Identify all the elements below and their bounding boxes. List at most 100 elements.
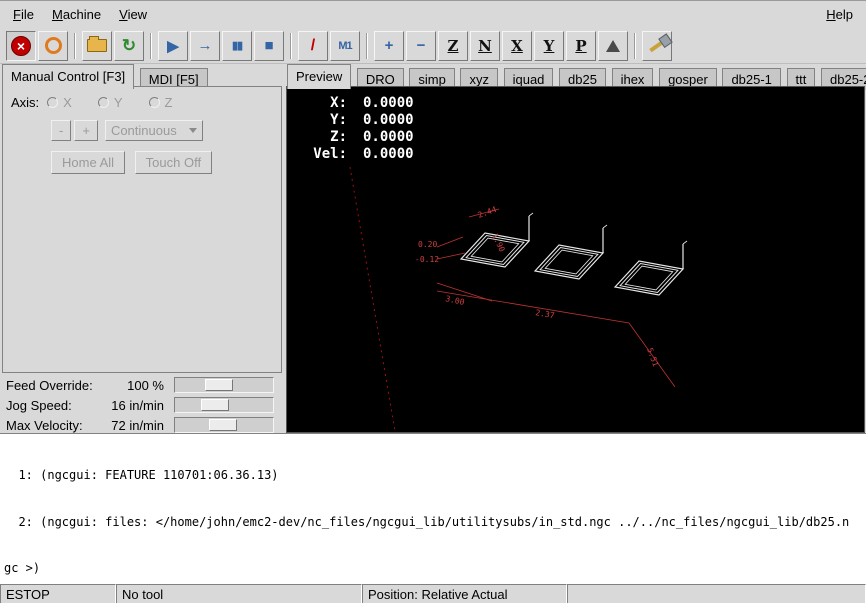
view-y-button[interactable]: Y — [534, 31, 564, 61]
estop-button[interactable]: × — [6, 31, 36, 61]
max-velocity-slider[interactable] — [174, 417, 274, 433]
manual-control-panel: Axis: X Y Z - + — [2, 86, 282, 373]
jog-plus-button[interactable]: + — [74, 120, 98, 141]
feed-override-label: Feed Override: — [6, 378, 100, 393]
feed-override-value: 100 % — [100, 378, 164, 393]
toolpath-plot: 2.44 1.90 0.20 -0.12 3.00 2.37 5.51 — [287, 87, 864, 432]
run-button[interactable]: ▶ — [158, 31, 188, 61]
open-file-button[interactable] — [82, 31, 112, 61]
letter-z-back-icon: N — [478, 37, 492, 55]
menu-view[interactable]: View — [110, 3, 156, 26]
part-outline — [615, 241, 687, 295]
axis-label: Axis: — [11, 95, 39, 110]
view-z-back-button[interactable]: N — [470, 31, 500, 61]
clear-plot-button[interactable] — [642, 31, 672, 61]
feed-override-slider[interactable] — [174, 377, 274, 393]
reload-file-button[interactable]: ↻ — [114, 31, 144, 61]
axis-radio-z[interactable]: Z — [149, 95, 173, 110]
tab-preview[interactable]: Preview — [287, 64, 351, 89]
dimension-label: -0.12 — [415, 255, 439, 264]
toolbar: × ↻ ▶ → ▮▮ ■ / M1 — [0, 28, 866, 64]
slider-handle[interactable] — [205, 379, 233, 391]
toolbar-separator — [290, 33, 292, 59]
jog-mode-value: Continuous — [111, 123, 177, 138]
power-icon — [45, 37, 62, 54]
jog-speed-slider[interactable] — [174, 397, 274, 413]
gcode-line[interactable]: gc >) — [4, 561, 866, 577]
preview-canvas[interactable]: X: 0.0000 Y: 0.0000 Z: 0.0000 Vel: 0.000… — [286, 86, 865, 433]
dimension-label: 5.51 — [645, 347, 660, 368]
preview-panel: Preview DRO simp xyz iquad db25 ihex gos… — [285, 64, 866, 433]
dimension-label: 2.44 — [477, 205, 498, 220]
statusbar: ESTOP No tool Position: Relative Actual — [0, 584, 866, 603]
gcode-line[interactable]: 2: (ngcgui: files: </home/john/emc2-dev/… — [4, 515, 866, 531]
machine-power-button[interactable] — [38, 31, 68, 61]
folder-icon — [87, 39, 107, 52]
letter-x-icon: X — [511, 37, 523, 55]
dimension-label: 0.20 — [418, 240, 437, 249]
axis-z-label: Z — [165, 95, 173, 110]
home-row: Home All Touch Off — [51, 151, 273, 174]
rotate-view-button[interactable] — [598, 31, 628, 61]
max-velocity-label: Max Velocity: — [6, 418, 100, 433]
sliders-panel: Feed Override: 100 % Jog Speed: 16 in/mi… — [0, 375, 284, 435]
play-icon: ▶ — [167, 37, 179, 55]
toolbar-separator — [634, 33, 636, 59]
tab-manual-control[interactable]: Manual Control [F3] — [2, 64, 134, 89]
chevron-down-icon — [189, 128, 197, 133]
jog-speed-label: Jog Speed: — [6, 398, 100, 413]
slider-handle[interactable] — [209, 419, 237, 431]
letter-p-icon: P — [575, 37, 586, 55]
axis-row: Axis: X Y Z — [11, 95, 273, 110]
stop-button[interactable]: ■ — [254, 31, 284, 61]
preview-tabs: Preview DRO simp xyz iquad db25 ihex gos… — [287, 64, 866, 87]
pause-button[interactable]: ▮▮ — [222, 31, 252, 61]
estop-icon: × — [11, 36, 31, 56]
letter-z-icon: Z — [448, 37, 459, 55]
letter-y-icon: Y — [544, 37, 555, 55]
toolbar-separator — [74, 33, 76, 59]
axis-radio-y[interactable]: Y — [98, 95, 123, 110]
home-all-button[interactable]: Home All — [51, 151, 125, 174]
max-velocity-value: 72 in/min — [100, 418, 164, 433]
skip-lines-button[interactable]: / — [298, 31, 328, 61]
jog-mode-dropdown[interactable]: Continuous — [105, 120, 203, 141]
radio-icon — [149, 97, 160, 108]
view-z-button[interactable]: Z — [438, 31, 468, 61]
max-velocity-row: Max Velocity: 72 in/min — [0, 415, 284, 435]
menu-help[interactable]: Help — [817, 3, 862, 26]
feed-override-row: Feed Override: 100 % — [0, 375, 284, 395]
pause-icon: ▮▮ — [232, 39, 242, 52]
radio-icon — [98, 97, 109, 108]
main-area: Manual Control [F3] MDI [F5] Axis: X Y — [0, 64, 866, 433]
dimension-label: 2.37 — [535, 308, 556, 320]
status-position-mode: Position: Relative Actual — [362, 584, 567, 603]
stop-icon: ■ — [264, 37, 273, 54]
touch-off-button[interactable]: Touch Off — [135, 151, 212, 174]
zoom-in-button[interactable]: + — [374, 31, 404, 61]
control-tabs: Manual Control [F3] MDI [F5] — [2, 64, 284, 87]
dimension-lines — [437, 209, 675, 387]
zoom-out-button[interactable]: − — [406, 31, 436, 61]
control-panel: Manual Control [F3] MDI [F5] Axis: X Y — [0, 64, 284, 433]
view-perspective-button[interactable]: P — [566, 31, 596, 61]
dimension-label: 1.90 — [490, 232, 506, 253]
plus-icon: + — [385, 37, 394, 54]
broom-icon — [649, 39, 664, 51]
slider-handle[interactable] — [201, 399, 229, 411]
jog-minus-button[interactable]: - — [51, 120, 71, 141]
step-button[interactable]: → — [190, 31, 220, 61]
menu-file[interactable]: File — [4, 3, 43, 26]
axis-x-label: X — [63, 95, 72, 110]
toolbar-separator — [150, 33, 152, 59]
minus-icon: − — [417, 37, 426, 54]
radio-icon — [47, 97, 58, 108]
gcode-listing[interactable]: 1: (ngcgui: FEATURE 110701:06.36.13) 2: … — [0, 433, 866, 584]
axis-radio-x[interactable]: X — [47, 95, 72, 110]
slash-icon: / — [311, 37, 315, 55]
view-x-button[interactable]: X — [502, 31, 532, 61]
gcode-line[interactable]: 1: (ngcgui: FEATURE 110701:06.36.13) — [4, 468, 866, 484]
jog-speed-row: Jog Speed: 16 in/min — [0, 395, 284, 415]
menu-machine[interactable]: Machine — [43, 3, 110, 26]
optional-pause-button[interactable]: M1 — [330, 31, 360, 61]
